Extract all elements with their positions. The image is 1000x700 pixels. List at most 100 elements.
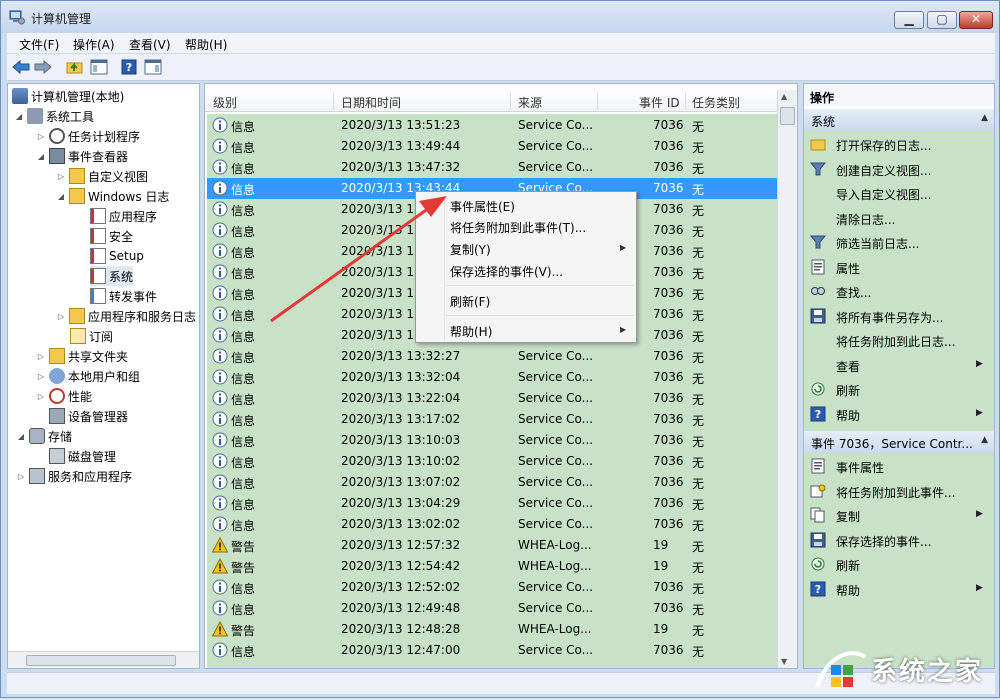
expand-arrow-icon[interactable]: ▷	[16, 472, 26, 481]
scrollbar-thumb[interactable]	[780, 107, 795, 125]
table-row[interactable]: 信息 2020/3/13 12:49:48 Service Co... 7036 无	[207, 598, 777, 619]
column-divider[interactable]	[510, 92, 511, 110]
menu-file[interactable]: 文件(F)	[19, 36, 59, 53]
column-event-id[interactable]: 事件 ID	[639, 94, 680, 111]
tree-item-forwarded-events[interactable]: 转发事件	[90, 286, 157, 306]
table-row[interactable]: 信息 2020/3/13 13:10:03 Service Co... 7036 无	[207, 430, 777, 451]
table-row[interactable]: 信息 2020/3/13 13:02:02 Service Co... 7036 无	[207, 514, 777, 535]
expand-arrow-icon[interactable]: ▷	[56, 312, 66, 321]
expand-arrow-icon[interactable]: ▷	[36, 372, 46, 381]
column-task-category[interactable]: 任务类别	[692, 94, 740, 111]
action-item[interactable]: 将任务附加到此事件...	[804, 479, 994, 503]
action-item[interactable]: ? 帮助 ▶	[804, 402, 994, 426]
collapse-arrow-icon[interactable]: ◢	[56, 192, 66, 201]
action-item[interactable]: 筛选当前日志...	[804, 230, 994, 254]
table-row[interactable]: 警告 2020/3/13 12:48:28 WHEA-Log... 19 无	[207, 619, 777, 640]
collapse-icon[interactable]: ▲	[981, 113, 988, 123]
minimize-button[interactable]: ▁	[894, 11, 924, 29]
tree-item-windows-logs[interactable]: ◢ Windows 日志	[56, 186, 169, 206]
tree-item-subscriptions[interactable]: 订阅	[70, 326, 113, 346]
table-row[interactable]: 信息 2020/3/13 13:47:32 Service Co... 7036 无	[207, 157, 777, 178]
title-bar[interactable]: 计算机管理 ▁ ▢ ✕	[1, 1, 999, 33]
expand-arrow-icon[interactable]: ▷	[36, 132, 46, 141]
action-item[interactable]: 事件属性	[804, 454, 994, 478]
back-button[interactable]	[11, 57, 31, 77]
tree-item-storage[interactable]: ◢ 存储	[16, 426, 72, 446]
tree-item-app-service-logs[interactable]: ▷ 应用程序和服务日志	[56, 306, 196, 326]
tree-item-event-viewer[interactable]: ◢ 事件查看器	[36, 146, 128, 166]
tree-item-performance[interactable]: ▷ 性能	[36, 386, 92, 406]
close-button[interactable]: ✕	[959, 11, 993, 29]
tree-item-security[interactable]: 安全	[90, 226, 133, 246]
column-level[interactable]: 级别	[213, 94, 237, 111]
action-item[interactable]: 将所有事件另存为...	[804, 304, 994, 328]
ctx-event-properties[interactable]: 事件属性(E)	[450, 198, 630, 215]
action-item[interactable]: 打开保存的日志...	[804, 132, 994, 156]
expand-arrow-icon[interactable]: ▷	[36, 352, 46, 361]
table-row[interactable]: 信息 2020/3/13 12:47:00 Service Co... 7036 无	[207, 640, 777, 661]
scrollbar-thumb[interactable]	[26, 655, 176, 666]
table-row[interactable]: 信息 2020/3/13 12:52:02 Service Co... 7036 无	[207, 577, 777, 598]
table-row[interactable]: 警告 2020/3/13 12:57:32 WHEA-Log... 19 无	[207, 535, 777, 556]
tree-item-system-tools[interactable]: ◢ 系统工具	[14, 106, 94, 126]
ctx-save-selected[interactable]: 保存选择的事件(V)...	[450, 263, 630, 280]
table-row[interactable]: 警告 2020/3/13 12:54:42 WHEA-Log... 19 无	[207, 556, 777, 577]
action-item[interactable]: 复制 ▶	[804, 503, 994, 527]
table-row[interactable]: 信息 2020/3/13 13:49:44 Service Co... 7036 无	[207, 136, 777, 157]
tree-item-computer-management[interactable]: 计算机管理(本地)	[12, 86, 124, 106]
tree-item-services-apps[interactable]: ▷ 服务和应用程序	[16, 466, 132, 486]
column-divider[interactable]	[333, 92, 334, 110]
tree-item-task-scheduler[interactable]: ▷ 任务计划程序	[36, 126, 140, 146]
action-item[interactable]: 查找...	[804, 279, 994, 303]
tree-item-custom-views[interactable]: ▷ 自定义视图	[56, 166, 148, 186]
scroll-down-icon[interactable]: ▼	[781, 657, 787, 666]
action-item[interactable]: 刷新	[804, 377, 994, 401]
actions-section-system[interactable]: 系统 ▲	[804, 109, 994, 131]
actions-section-event[interactable]: 事件 7036，Service Contr... ▲	[804, 431, 994, 453]
menu-view[interactable]: 查看(V)	[129, 36, 171, 53]
column-datetime[interactable]: 日期和时间	[341, 94, 401, 111]
show-hide-tree-button[interactable]	[89, 57, 109, 77]
action-item[interactable]: 清除日志...	[804, 206, 994, 230]
table-row[interactable]: 信息 2020/3/13 13:22:04 Service Co... 7036 无	[207, 388, 777, 409]
expand-arrow-icon[interactable]: ▷	[36, 392, 46, 401]
ctx-attach-task[interactable]: 将任务附加到此事件(T)...	[450, 219, 630, 236]
action-item[interactable]: 查看 ▶	[804, 353, 994, 377]
table-row[interactable]: 信息 2020/3/13 13:32:04 Service Co... 7036 无	[207, 367, 777, 388]
action-item[interactable]: 属性	[804, 255, 994, 279]
expand-arrow-icon[interactable]: ▷	[56, 172, 66, 181]
collapse-arrow-icon[interactable]: ◢	[36, 152, 46, 161]
table-row[interactable]: 信息 2020/3/13 13:07:02 Service Co... 7036 无	[207, 472, 777, 493]
action-item[interactable]: 导入自定义视图...	[804, 181, 994, 205]
table-row[interactable]: 信息 2020/3/13 13:17:02 Service Co... 7036 无	[207, 409, 777, 430]
action-item[interactable]: 保存选择的事件...	[804, 528, 994, 552]
table-row[interactable]: 信息 2020/3/13 13:04:29 Service Co... 7036 无	[207, 493, 777, 514]
tree-item-setup[interactable]: Setup	[90, 246, 144, 266]
action-item[interactable]: ? 帮助 ▶	[804, 577, 994, 601]
up-level-button[interactable]	[65, 57, 85, 77]
collapse-arrow-icon[interactable]: ◢	[16, 432, 26, 441]
column-divider[interactable]	[597, 92, 598, 110]
table-row[interactable]: 信息 2020/3/13 13:51:23 Service Co... 7036 无	[207, 115, 777, 136]
ctx-refresh[interactable]: 刷新(F)	[450, 293, 630, 310]
table-row[interactable]: 信息 2020/3/13 13:10:02 Service Co... 7036 无	[207, 451, 777, 472]
menu-action[interactable]: 操作(A)	[73, 36, 115, 53]
action-item[interactable]: 创建自定义视图...	[804, 157, 994, 181]
tree-item-local-users-groups[interactable]: ▷ 本地用户和组	[36, 366, 140, 386]
tree-horizontal-scrollbar[interactable]	[8, 651, 199, 668]
scroll-up-icon[interactable]: ▲	[781, 92, 787, 101]
collapse-icon[interactable]: ▲	[981, 435, 988, 445]
tree-item-shared-folders[interactable]: ▷ 共享文件夹	[36, 346, 128, 366]
tree-item-device-manager[interactable]: 设备管理器	[49, 406, 128, 426]
show-hide-action-pane-button[interactable]	[143, 57, 163, 77]
tree-item-application[interactable]: 应用程序	[90, 206, 157, 226]
menu-help[interactable]: 帮助(H)	[185, 36, 227, 53]
ctx-help[interactable]: 帮助(H)	[450, 323, 630, 340]
list-vertical-scrollbar[interactable]: ▲ ▼	[777, 90, 797, 668]
forward-button[interactable]	[33, 57, 53, 77]
action-item[interactable]: 刷新	[804, 552, 994, 576]
help-button[interactable]: ?	[119, 57, 139, 77]
column-source[interactable]: 来源	[518, 94, 542, 111]
column-divider[interactable]	[685, 92, 686, 110]
tree-item-system[interactable]: 系统	[90, 266, 134, 286]
